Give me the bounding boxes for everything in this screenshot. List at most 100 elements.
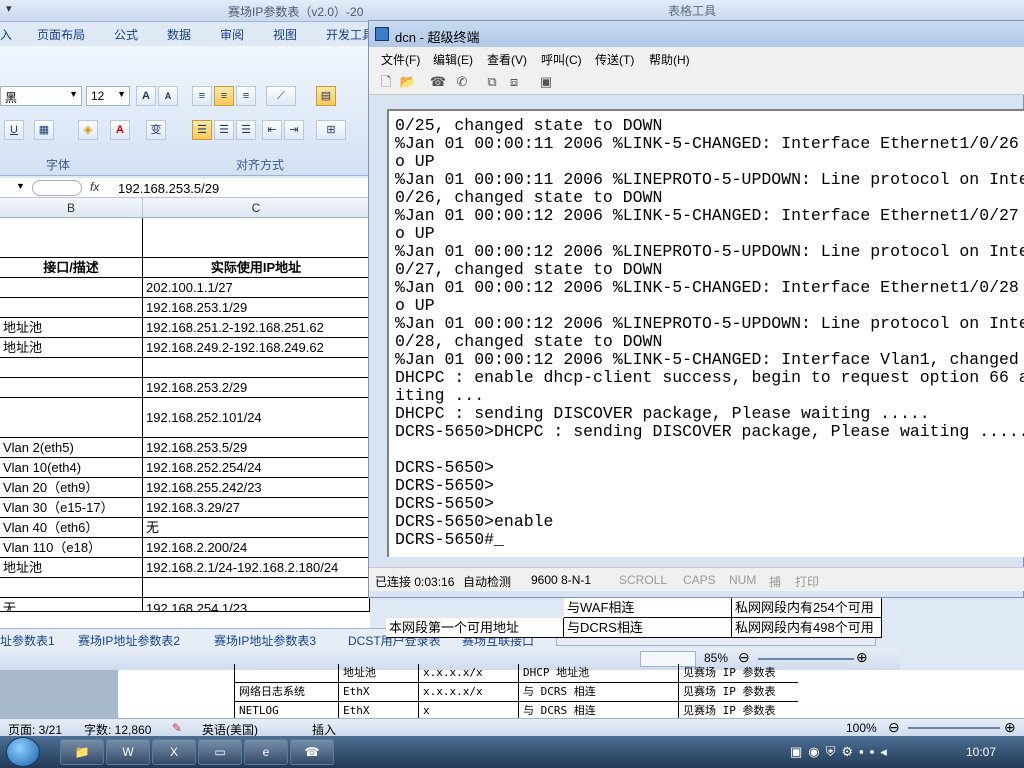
- table-cell[interactable]: 192.168.252.254/24: [143, 458, 370, 478]
- table-cell[interactable]: [0, 298, 143, 318]
- fx-icon[interactable]: fx: [90, 180, 99, 194]
- zoom-slider[interactable]: [758, 658, 854, 660]
- table-cell[interactable]: 本网段第一个可用地址: [386, 618, 564, 638]
- menu-help[interactable]: 帮助(H): [649, 51, 690, 68]
- properties-icon[interactable]: ▣: [537, 73, 555, 91]
- increase-indent-icon[interactable]: ⇥: [284, 120, 304, 140]
- start-button[interactable]: [6, 737, 40, 767]
- send-icon[interactable]: ⧉: [483, 73, 501, 91]
- zoom-out-icon[interactable]: ⊖: [888, 719, 900, 736]
- menu-call[interactable]: 呼叫(C): [541, 51, 582, 68]
- table-cell[interactable]: [143, 358, 370, 378]
- table-cell[interactable]: 无: [143, 518, 370, 538]
- table-cell[interactable]: 192.168.255.242/23: [143, 478, 370, 498]
- table-cell[interactable]: 192.168.2.200/24: [143, 538, 370, 558]
- word-table-cell[interactable]: 与 DCRS 相连: [518, 683, 678, 702]
- table-cell[interactable]: [0, 278, 143, 298]
- phonetic-icon[interactable]: 变: [146, 120, 166, 140]
- table-cell[interactable]: [0, 358, 143, 378]
- align-center-icon[interactable]: ☰: [214, 120, 234, 140]
- excel-taskbar-icon[interactable]: X: [152, 739, 196, 765]
- align-right-icon[interactable]: ☰: [236, 120, 256, 140]
- table-cell[interactable]: [0, 218, 143, 258]
- font-name-select[interactable]: 黑 ▼: [0, 86, 82, 106]
- name-box-dropdown-icon[interactable]: ▼: [16, 181, 25, 191]
- word-table-cell[interactable]: x.x.x.x/x: [418, 664, 518, 683]
- ie-taskbar-icon[interactable]: e: [244, 739, 288, 765]
- sheet-tab[interactable]: 址参数表1: [0, 632, 55, 649]
- proofing-icon[interactable]: ✎: [172, 721, 182, 735]
- hyperterminal-taskbar-icon[interactable]: ☎: [290, 739, 334, 765]
- table-cell[interactable]: Vlan 30（e15-17）: [0, 498, 143, 518]
- word-table-cell[interactable]: EthX: [338, 683, 418, 702]
- table-cell[interactable]: [143, 218, 370, 258]
- receive-icon[interactable]: ⧈: [505, 73, 523, 91]
- align-top-icon[interactable]: ≡: [192, 86, 212, 106]
- spreadsheet-grid[interactable]: B C 接口/描述 实际使用IP地址 202.100.1.1/27 192.168.2…: [0, 198, 370, 628]
- align-left-icon[interactable]: ☰: [192, 120, 212, 140]
- word-table-cell[interactable]: 见赛场 IP 参数表: [678, 683, 798, 702]
- disconnect-icon[interactable]: ✆: [453, 73, 471, 91]
- wrap-text-icon[interactable]: ▤: [316, 86, 336, 106]
- zoom-slider[interactable]: [908, 727, 1000, 729]
- border-icon[interactable]: ▦: [34, 120, 54, 140]
- table-cell[interactable]: 192.168.249.2-192.168.249.62: [143, 338, 370, 358]
- cmd-taskbar-icon[interactable]: ▭: [198, 739, 242, 765]
- font-size-select[interactable]: 12 ▼: [86, 86, 130, 106]
- table-cell[interactable]: Vlan 10(eth4): [0, 458, 143, 478]
- table-cell[interactable]: Vlan 2(eth5): [0, 438, 143, 458]
- formula-zoom-control[interactable]: [32, 180, 82, 196]
- table-cell[interactable]: 地址池: [0, 318, 143, 338]
- merge-center-icon[interactable]: ⊞: [316, 120, 346, 140]
- table-cell[interactable]: 私网网段内有254个可用: [732, 598, 882, 618]
- table-cell[interactable]: 192.168.251.2-192.168.251.62: [143, 318, 370, 338]
- explorer-taskbar-icon[interactable]: 📁: [60, 739, 104, 765]
- word-taskbar-icon[interactable]: W: [106, 739, 150, 765]
- table-cell[interactable]: 地址池: [0, 558, 143, 578]
- align-middle-icon[interactable]: ≡: [214, 86, 234, 106]
- sheet-tab[interactable]: 赛场IP地址参数表3: [214, 632, 316, 649]
- table-cell[interactable]: 192.168.2.1/24-192.168.2.180/24: [143, 558, 370, 578]
- word-table-cell[interactable]: DHCP 地址池: [518, 664, 678, 683]
- new-file-icon[interactable]: 🗋: [377, 73, 395, 91]
- table-cell[interactable]: [0, 578, 143, 598]
- table-cell[interactable]: [143, 578, 370, 598]
- table-cell[interactable]: 202.100.1.1/27: [143, 278, 370, 298]
- sheet-tab[interactable]: 赛场IP地址参数表2: [78, 632, 180, 649]
- tab-page-layout[interactable]: 页面布局: [37, 26, 85, 43]
- table-cell[interactable]: 192.168.252.101/24: [143, 398, 370, 438]
- table-cell[interactable]: [0, 398, 143, 438]
- zoom-in-icon[interactable]: ⊕: [856, 649, 868, 666]
- open-folder-icon[interactable]: 📂: [399, 73, 417, 91]
- tab-view[interactable]: 视图: [273, 26, 297, 43]
- menu-file[interactable]: 文件(F): [381, 51, 420, 68]
- shrink-font-icon[interactable]: A: [158, 86, 178, 106]
- font-color-icon[interactable]: A: [110, 120, 130, 140]
- formula-input[interactable]: 192.168.253.5/29: [118, 181, 219, 196]
- phone-icon[interactable]: ☎: [429, 73, 447, 91]
- table-cell[interactable]: 与DCRS相连: [564, 618, 732, 638]
- column-header-b[interactable]: B: [0, 198, 143, 218]
- header-cell-interface[interactable]: 接口/描述: [0, 258, 143, 278]
- decrease-indent-icon[interactable]: ⇤: [262, 120, 282, 140]
- table-cell[interactable]: 私网网段内有498个可用: [732, 618, 882, 638]
- tab-review[interactable]: 审阅: [220, 26, 244, 43]
- menu-edit[interactable]: 编辑(E): [433, 51, 473, 68]
- table-cell[interactable]: 192.168.253.1/29: [143, 298, 370, 318]
- table-cell[interactable]: Vlan 20（eth9）: [0, 478, 143, 498]
- align-bottom-icon[interactable]: ≡: [236, 86, 256, 106]
- menu-view[interactable]: 查看(V): [487, 51, 527, 68]
- orientation-icon[interactable]: ⟋: [266, 86, 296, 106]
- grow-font-icon[interactable]: A: [136, 86, 156, 106]
- table-cell[interactable]: 192.168.253.5/29: [143, 438, 370, 458]
- zoom-in-icon[interactable]: ⊕: [1004, 719, 1016, 736]
- table-cell[interactable]: 192.168.3.29/27: [143, 498, 370, 518]
- table-cell[interactable]: 与WAF相连: [564, 598, 732, 618]
- quick-access-dropdown[interactable]: ▾: [6, 2, 12, 15]
- tab-data[interactable]: 数据: [167, 26, 191, 43]
- tab-developer[interactable]: 开发工具: [326, 26, 374, 43]
- table-cell[interactable]: 无: [0, 598, 143, 612]
- underline-icon[interactable]: U: [4, 120, 24, 140]
- tab-formulas[interactable]: 公式: [114, 26, 138, 43]
- table-cell[interactable]: 192.168.253.2/29: [143, 378, 370, 398]
